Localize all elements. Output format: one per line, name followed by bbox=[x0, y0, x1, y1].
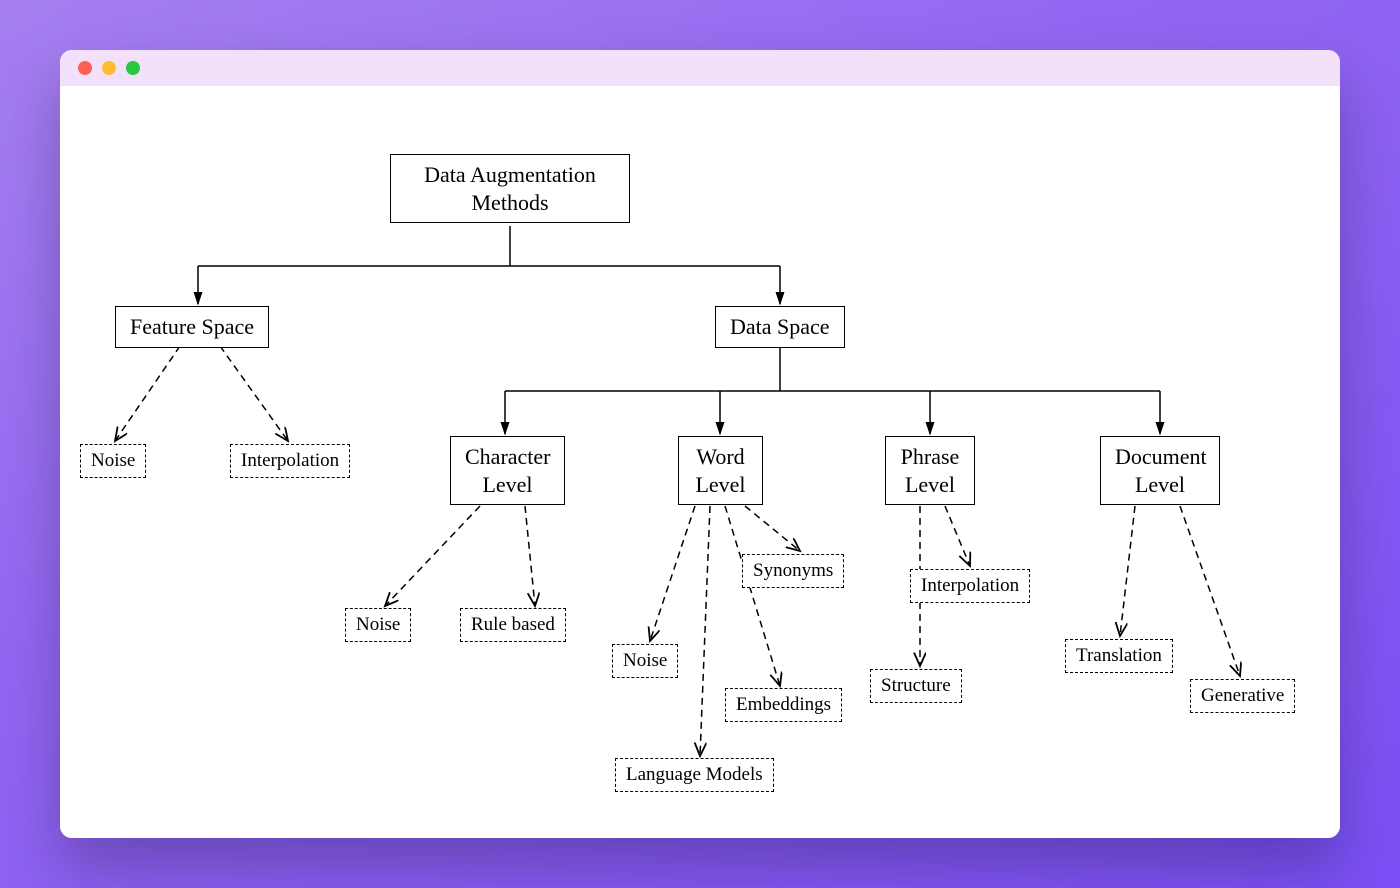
maximize-icon[interactable] bbox=[126, 61, 140, 75]
diagram-canvas: Data Augmentation Methods Feature Space … bbox=[60, 86, 1340, 838]
node-character-level: Character Level bbox=[450, 436, 565, 505]
node-phrase-level: Phrase Level bbox=[885, 436, 975, 505]
leaf-fs-noise: Noise bbox=[80, 444, 146, 478]
leaf-wl-synonyms: Synonyms bbox=[742, 554, 844, 588]
leaf-dl-generative: Generative bbox=[1190, 679, 1295, 713]
app-window: Data Augmentation Methods Feature Space … bbox=[60, 50, 1340, 838]
leaf-dl-translation: Translation bbox=[1065, 639, 1173, 673]
node-root: Data Augmentation Methods bbox=[390, 154, 630, 223]
window-titlebar bbox=[60, 50, 1340, 86]
node-document-level: Document Level bbox=[1100, 436, 1220, 505]
leaf-fs-interpolation: Interpolation bbox=[230, 444, 350, 478]
leaf-pl-structure: Structure bbox=[870, 669, 962, 703]
node-feature-space: Feature Space bbox=[115, 306, 269, 348]
leaf-wl-embeddings: Embeddings bbox=[725, 688, 842, 722]
leaf-wl-noise: Noise bbox=[612, 644, 678, 678]
leaf-pl-interpolation: Interpolation bbox=[910, 569, 1030, 603]
node-word-level: Word Level bbox=[678, 436, 763, 505]
minimize-icon[interactable] bbox=[102, 61, 116, 75]
node-data-space: Data Space bbox=[715, 306, 845, 348]
leaf-cl-rule-based: Rule based bbox=[460, 608, 566, 642]
leaf-cl-noise: Noise bbox=[345, 608, 411, 642]
close-icon[interactable] bbox=[78, 61, 92, 75]
leaf-wl-language-models: Language Models bbox=[615, 758, 774, 792]
